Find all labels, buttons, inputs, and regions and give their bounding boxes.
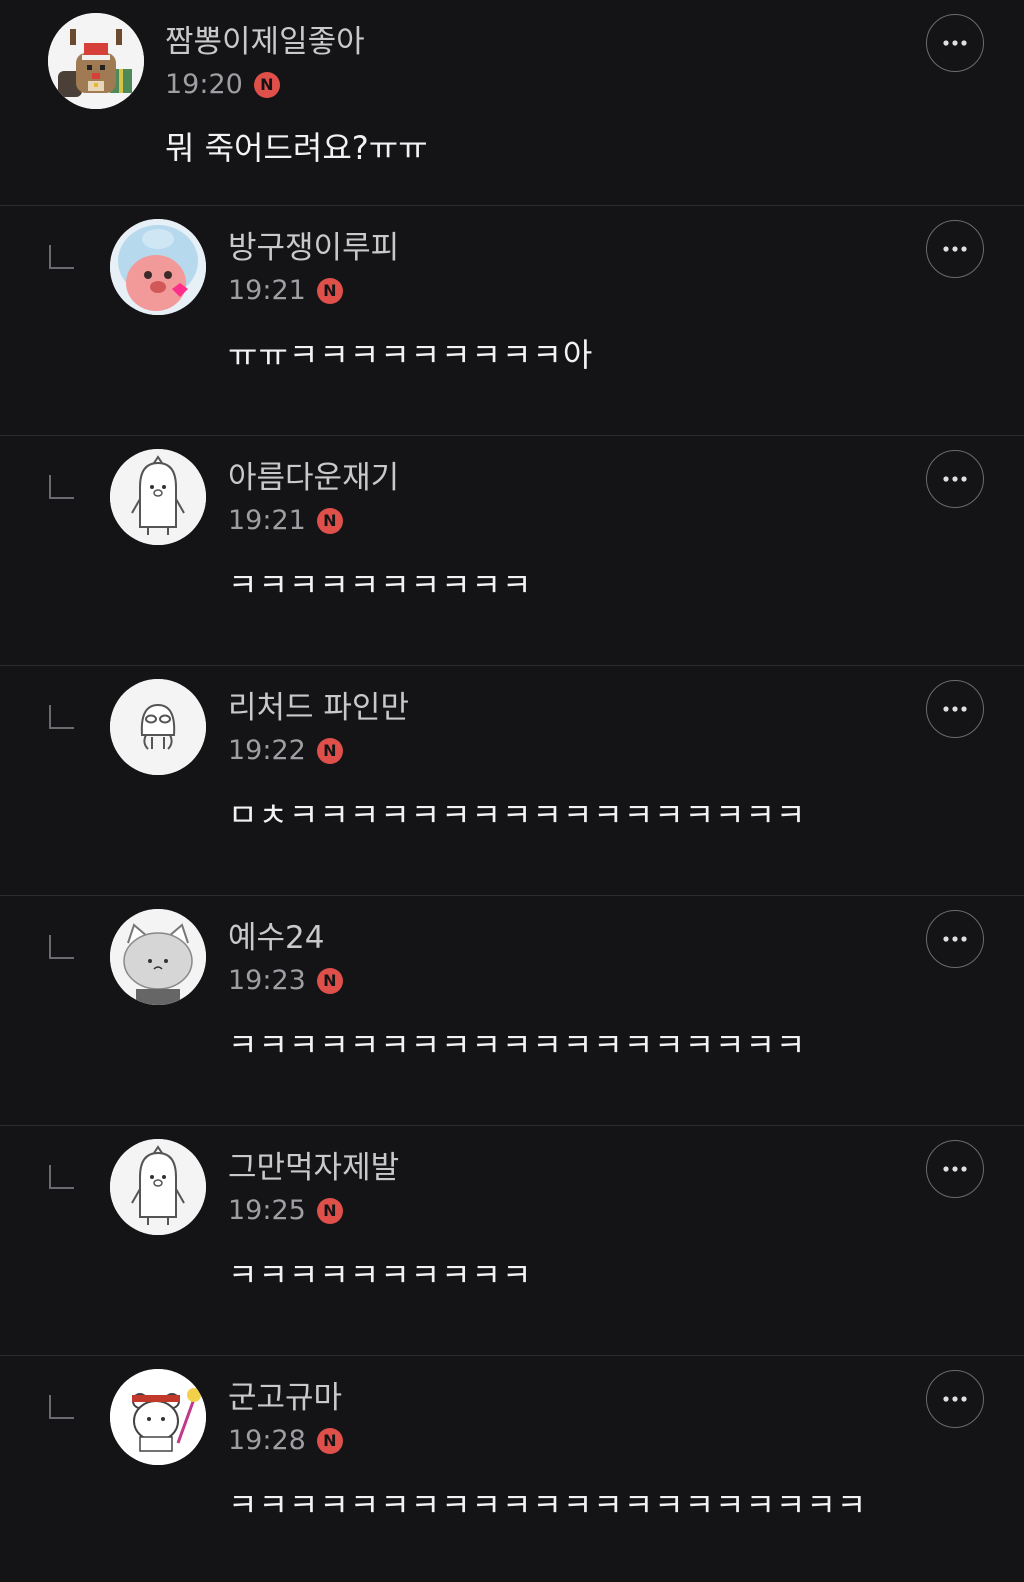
timestamp: 19:22 (228, 735, 306, 766)
new-badge-icon: N (316, 277, 343, 304)
author-name[interactable]: 방구쟁이루피 (228, 233, 399, 264)
reply-arrow-icon (47, 243, 75, 271)
more-options-icon (943, 1166, 967, 1172)
more-options-icon (943, 706, 967, 712)
penguin-avatar-icon (110, 1139, 206, 1235)
comment-text: ㅋㅋㅋㅋㅋㅋㅋㅋㅋㅋㅋㅋㅋㅋㅋㅋㅋㅋㅋㅋㅋ (228, 1486, 868, 1524)
comment-text: ㅋㅋㅋㅋㅋㅋㅋㅋㅋㅋㅋㅋㅋㅋㅋㅋㅋㅋㅋ (228, 1026, 807, 1064)
comment-text: ㅠㅠㅋㅋㅋㅋㅋㅋㅋㅋㅋ아 (228, 336, 594, 374)
more-options-button[interactable] (926, 1370, 984, 1428)
timestamp: 19:25 (228, 1195, 306, 1226)
avatar[interactable] (110, 449, 206, 545)
more-options-button[interactable] (926, 14, 984, 72)
comment-meta: 19:28 N (228, 1427, 343, 1454)
comment-thread: 짬뽕이제일좋아 19:20 N 뭐 죽어드려요?ㅠㅠ 방구쟁이루피 19:21 … (0, 0, 1024, 1582)
author-name[interactable]: 그만먹자제발 (228, 1153, 399, 1184)
more-options-button[interactable] (926, 680, 984, 738)
more-options-icon (943, 40, 967, 46)
author-name[interactable]: 짬뽕이제일좋아 (165, 27, 365, 58)
penguin-avatar-icon (110, 449, 206, 545)
loopy-avatar-icon (110, 219, 206, 315)
avatar[interactable] (110, 219, 206, 315)
more-options-icon (943, 476, 967, 482)
reply-comment: 리처드 파인만 19:22 N ㅁㅊㅋㅋㅋㅋㅋㅋㅋㅋㅋㅋㅋㅋㅋㅋㅋㅋㅋ (0, 666, 1024, 896)
more-options-button[interactable] (926, 450, 984, 508)
cat-avatar-icon (110, 909, 206, 1005)
avatar[interactable] (110, 1139, 206, 1235)
comment-meta: 19:25 N (228, 1197, 343, 1224)
author-name[interactable]: 군고규마 (228, 1383, 342, 1414)
comment: 짬뽕이제일좋아 19:20 N 뭐 죽어드려요?ㅠㅠ (0, 0, 1024, 206)
reply-comment: 아름다운재기 19:21 N ㅋㅋㅋㅋㅋㅋㅋㅋㅋㅋ (0, 436, 1024, 666)
new-badge-icon: N (316, 967, 343, 994)
reply-arrow-icon (47, 933, 75, 961)
more-options-button[interactable] (926, 910, 984, 968)
new-badge-icon: N (316, 1197, 343, 1224)
comment-meta: 19:23 N (228, 967, 343, 994)
author-name[interactable]: 아름다운재기 (228, 463, 399, 494)
reply-arrow-icon (47, 473, 75, 501)
reply-arrow-icon (47, 1163, 75, 1191)
reply-comment: 예수24 19:23 N ㅋㅋㅋㅋㅋㅋㅋㅋㅋㅋㅋㅋㅋㅋㅋㅋㅋㅋㅋ (0, 896, 1024, 1126)
reply-comment: 군고규마 19:28 N ㅋㅋㅋㅋㅋㅋㅋㅋㅋㅋㅋㅋㅋㅋㅋㅋㅋㅋㅋㅋㅋ (0, 1356, 1024, 1582)
avatar[interactable] (110, 909, 206, 1005)
new-badge-icon: N (316, 507, 343, 534)
avatar[interactable] (48, 13, 144, 109)
timestamp: 19:21 (228, 505, 306, 536)
alien-avatar-icon (110, 679, 206, 775)
comment-meta: 19:20 N (165, 71, 280, 98)
more-options-button[interactable] (926, 220, 984, 278)
timestamp: 19:20 (165, 69, 243, 100)
new-badge-icon: N (316, 737, 343, 764)
timestamp: 19:21 (228, 275, 306, 306)
avatar[interactable] (110, 679, 206, 775)
timestamp: 19:28 (228, 1425, 306, 1456)
reply-arrow-icon (47, 1393, 75, 1421)
comment-meta: 19:22 N (228, 737, 343, 764)
author-name[interactable]: 예수24 (228, 923, 325, 954)
reply-arrow-icon (47, 703, 75, 731)
comment-text: ㅁㅊㅋㅋㅋㅋㅋㅋㅋㅋㅋㅋㅋㅋㅋㅋㅋㅋㅋ (228, 796, 807, 834)
more-options-button[interactable] (926, 1140, 984, 1198)
reply-comment: 방구쟁이루피 19:21 N ㅠㅠㅋㅋㅋㅋㅋㅋㅋㅋㅋ아 (0, 206, 1024, 436)
comment-text: ㅋㅋㅋㅋㅋㅋㅋㅋㅋㅋ (228, 1256, 533, 1294)
timestamp: 19:23 (228, 965, 306, 996)
reply-comment: 그만먹자제발 19:25 N ㅋㅋㅋㅋㅋㅋㅋㅋㅋㅋ (0, 1126, 1024, 1356)
new-badge-icon: N (253, 71, 280, 98)
bear-avatar-icon (110, 1369, 206, 1465)
more-options-icon (943, 246, 967, 252)
new-badge-icon: N (316, 1427, 343, 1454)
reindeer-avatar-icon (48, 13, 144, 109)
more-options-icon (943, 936, 967, 942)
avatar[interactable] (110, 1369, 206, 1465)
comment-text: ㅋㅋㅋㅋㅋㅋㅋㅋㅋㅋ (228, 566, 533, 604)
more-options-icon (943, 1396, 967, 1402)
author-name[interactable]: 리처드 파인만 (228, 693, 409, 724)
comment-meta: 19:21 N (228, 277, 343, 304)
comment-text: 뭐 죽어드려요?ㅠㅠ (165, 129, 428, 167)
comment-meta: 19:21 N (228, 507, 343, 534)
